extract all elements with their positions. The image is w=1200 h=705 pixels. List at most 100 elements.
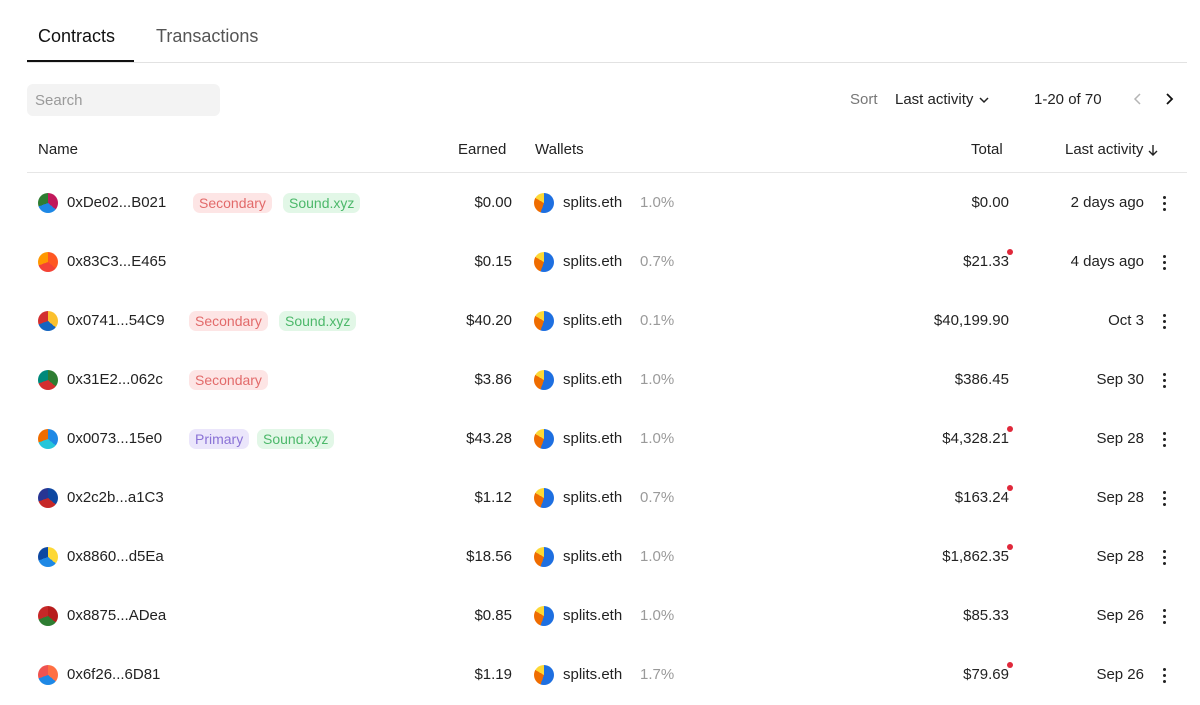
kebab-dot: [1162, 437, 1166, 441]
contract-address[interactable]: 0x8860...d5Ea: [67, 548, 164, 565]
wallet-name[interactable]: splits.eth: [563, 430, 622, 447]
table-row[interactable]: 0x8860...d5Ea $18.56 splits.eth 1.0% $1,862.…: [27, 528, 1187, 587]
table-row[interactable]: 0x0073...15e0 Primary Sound.xyz $43.28 split…: [27, 410, 1187, 469]
wallet-icon: [534, 665, 554, 685]
wallet-percentage: 1.0%: [640, 548, 675, 565]
chevron-left-icon: [1133, 93, 1141, 105]
sort-dropdown[interactable]: Last activity: [895, 91, 989, 108]
contract-avatar: [38, 488, 58, 508]
column-header-earned[interactable]: Earned: [458, 141, 506, 158]
table-row[interactable]: 0x8875...ADea $0.85 splits.eth 1.0% $85.33 Se…: [27, 587, 1187, 646]
more-options-icon[interactable]: [1155, 604, 1173, 628]
kebab-dot: [1162, 201, 1166, 205]
kebab-dot: [1162, 266, 1166, 270]
total-value: $21.33: [963, 253, 1009, 270]
more-options-icon[interactable]: [1155, 427, 1173, 451]
table-row[interactable]: 0x2c2b...a1C3 $1.12 splits.eth 0.7% $163.24 S…: [27, 469, 1187, 528]
wallet-icon: [534, 370, 554, 390]
kebab-dot: [1162, 620, 1166, 624]
total-value: $0.00: [971, 194, 1009, 211]
sound-tag: Sound.xyz: [283, 193, 361, 213]
wallet-name[interactable]: splits.eth: [563, 194, 622, 211]
contract-address[interactable]: 0x0741...54C9: [67, 312, 165, 329]
table-header: Name Earned Wallets Total Last activity: [27, 130, 1187, 173]
alert-dot: [1007, 485, 1013, 491]
active-tab-indicator: [27, 60, 134, 62]
more-options-icon[interactable]: [1155, 545, 1173, 569]
kebab-dot: [1162, 325, 1166, 329]
table-row[interactable]: 0xDe02...B021 Secondary Sound.xyz $0.00 spli…: [27, 174, 1187, 233]
wallet-percentage: 1.0%: [640, 194, 675, 211]
sort-label: Sort: [850, 91, 878, 108]
previous-page-button[interactable]: [1127, 88, 1149, 110]
wallet-icon: [534, 252, 554, 272]
kebab-dot: [1162, 549, 1166, 553]
more-options-icon[interactable]: [1155, 663, 1173, 687]
wallet-percentage: 1.7%: [640, 666, 675, 683]
secondary-tag: Secondary: [193, 193, 272, 213]
more-options-icon[interactable]: [1155, 191, 1173, 215]
wallet-percentage: 0.7%: [640, 253, 675, 270]
wallet-percentage: 0.7%: [640, 489, 675, 506]
column-header-last-activity[interactable]: Last activity: [1065, 141, 1158, 158]
search-input[interactable]: [27, 84, 220, 116]
contract-address[interactable]: 0x31E2...062c: [67, 371, 163, 388]
contract-address[interactable]: 0x6f26...6D81: [67, 666, 160, 683]
total-value: $163.24: [954, 489, 1009, 506]
last-activity-value: 4 days ago: [1070, 253, 1144, 270]
table-row[interactable]: 0x31E2...062c Secondary $3.86 splits.eth 1.0…: [27, 351, 1187, 410]
primary-tag: Primary: [189, 429, 250, 449]
next-page-button[interactable]: [1158, 88, 1180, 110]
column-header-total[interactable]: Total: [971, 141, 1003, 158]
wallet-name[interactable]: splits.eth: [563, 607, 622, 624]
kebab-dot: [1162, 667, 1166, 671]
tab-transactions[interactable]: Transactions: [156, 26, 258, 47]
last-activity-value: Oct 3: [1108, 312, 1144, 329]
wallet-percentage: 1.0%: [640, 371, 675, 388]
tab-contracts[interactable]: Contracts: [38, 26, 115, 47]
contract-address[interactable]: 0x0073...15e0: [67, 430, 162, 447]
contract-address[interactable]: 0x2c2b...a1C3: [67, 489, 164, 506]
more-options-icon[interactable]: [1155, 250, 1173, 274]
alert-dot: [1007, 544, 1013, 550]
sound-tag: Sound.xyz: [279, 311, 357, 331]
last-activity-value: 2 days ago: [1070, 194, 1144, 211]
last-activity-value: Sep 30: [1096, 371, 1144, 388]
wallet-icon: [534, 547, 554, 567]
table-row[interactable]: 0x0741...54C9 Secondary Sound.xyz $40.20 spl…: [27, 292, 1187, 351]
wallet-name[interactable]: splits.eth: [563, 253, 622, 270]
wallet-name[interactable]: splits.eth: [563, 666, 622, 683]
wallet-name[interactable]: splits.eth: [563, 371, 622, 388]
more-options-icon[interactable]: [1155, 309, 1173, 333]
earned-value: $40.20: [466, 312, 512, 329]
column-header-name[interactable]: Name: [38, 141, 78, 158]
contract-avatar: [38, 370, 58, 390]
earned-value: $18.56: [466, 548, 512, 565]
contract-address[interactable]: 0x83C3...E465: [67, 253, 166, 270]
wallet-name[interactable]: splits.eth: [563, 489, 622, 506]
table-row[interactable]: 0x6f26...6D81 $1.19 splits.eth 1.7% $79.69 Se…: [27, 646, 1187, 705]
more-options-icon[interactable]: [1155, 486, 1173, 510]
contract-avatar: [38, 311, 58, 331]
contract-address[interactable]: 0xDe02...B021: [67, 194, 166, 211]
sound-tag: Sound.xyz: [257, 429, 335, 449]
table-row[interactable]: 0x83C3...E465 $0.15 splits.eth 0.7% $21.33 4 …: [27, 233, 1187, 292]
kebab-dot: [1162, 443, 1166, 447]
arrow-down-icon: [1148, 144, 1158, 156]
kebab-dot: [1162, 260, 1166, 264]
more-options-icon[interactable]: [1155, 368, 1173, 392]
earned-value: $0.15: [474, 253, 512, 270]
kebab-dot: [1162, 195, 1166, 199]
kebab-dot: [1162, 372, 1166, 376]
wallet-percentage: 1.0%: [640, 430, 675, 447]
kebab-dot: [1162, 431, 1166, 435]
wallet-name[interactable]: splits.eth: [563, 312, 622, 329]
sort-value: Last activity: [895, 91, 974, 108]
wallet-name[interactable]: splits.eth: [563, 548, 622, 565]
total-value: $40,199.90: [933, 312, 1009, 329]
last-activity-value: Sep 26: [1096, 666, 1144, 683]
earned-value: $43.28: [466, 430, 512, 447]
earned-value: $3.86: [474, 371, 512, 388]
secondary-tag: Secondary: [189, 311, 268, 331]
contract-address[interactable]: 0x8875...ADea: [67, 607, 166, 624]
